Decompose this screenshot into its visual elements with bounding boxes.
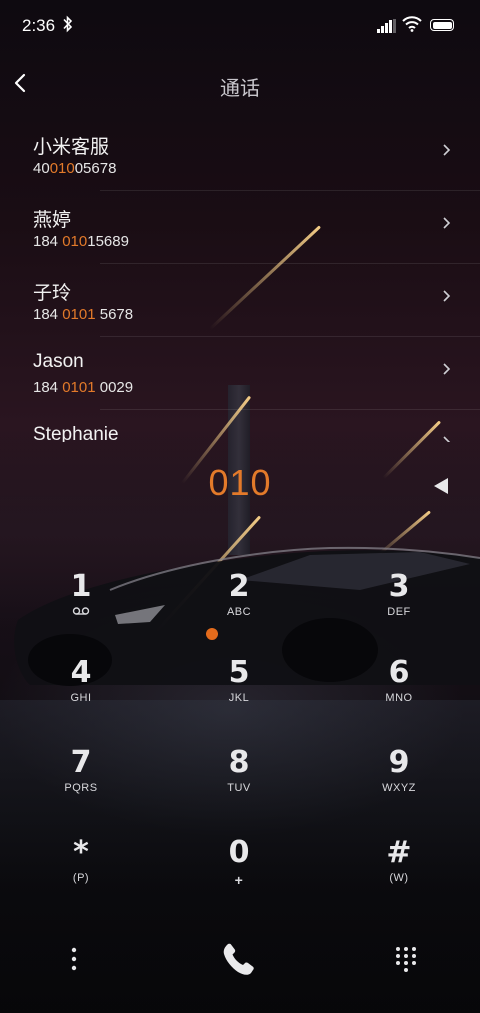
key-digit: 9 bbox=[388, 745, 410, 780]
key-3[interactable]: 3 DEF bbox=[344, 570, 454, 640]
key-letters: TUV bbox=[227, 782, 251, 794]
key-digit: * bbox=[73, 835, 89, 870]
key-5[interactable]: 5 JKL bbox=[184, 656, 294, 726]
contact-number: 184 0101 0029 bbox=[33, 379, 133, 396]
key-6[interactable]: 6 MNO bbox=[344, 656, 454, 726]
number-match: 0101 bbox=[62, 306, 96, 323]
key-2[interactable]: 2 ABC bbox=[184, 570, 294, 640]
contact-row[interactable]: 子玲 184 0101 5678 bbox=[0, 264, 480, 337]
key-digit: 6 bbox=[388, 655, 410, 690]
status-bar: 2:36 bbox=[0, 0, 480, 52]
key-letters: PQRS bbox=[64, 782, 98, 794]
key-letters: MNO bbox=[385, 692, 413, 704]
chevron-right-icon[interactable] bbox=[440, 142, 454, 158]
contact-row[interactable]: Stephanie bbox=[0, 410, 480, 442]
contact-number: 184 01015689 bbox=[33, 233, 129, 250]
backspace-icon[interactable] bbox=[430, 475, 452, 497]
page-title: 通话 bbox=[220, 78, 260, 100]
key-letters: ABC bbox=[226, 606, 252, 618]
dialed-number-display: 010 bbox=[208, 462, 272, 503]
light-streak bbox=[375, 510, 431, 558]
bluetooth-icon bbox=[63, 15, 73, 38]
key-8[interactable]: 8 TUV bbox=[184, 746, 294, 816]
key-digit: 4 bbox=[70, 655, 92, 690]
status-time: 2:36 bbox=[22, 16, 56, 35]
number-match: 010 bbox=[49, 160, 75, 177]
chevron-right-icon[interactable] bbox=[440, 434, 454, 442]
contact-row[interactable]: Jason 184 0101 0029 bbox=[0, 337, 480, 410]
key-9[interactable]: 9 WXYZ bbox=[344, 746, 454, 816]
chevron-right-icon[interactable] bbox=[440, 288, 454, 304]
key-digit: 0 bbox=[228, 835, 250, 870]
key-letters: GHI bbox=[70, 692, 92, 704]
contact-number: 184 0101 5678 bbox=[33, 306, 133, 323]
key-0[interactable]: 0 + bbox=[184, 836, 294, 906]
key-1[interactable]: 1 bbox=[26, 570, 136, 640]
key-letters: + bbox=[234, 872, 244, 888]
chevron-right-icon[interactable] bbox=[440, 215, 454, 231]
more-vertical-icon[interactable] bbox=[64, 944, 84, 976]
key-7[interactable]: 7 PQRS bbox=[26, 746, 136, 816]
key-digit: # bbox=[386, 835, 412, 870]
dialpad-icon[interactable] bbox=[394, 945, 418, 975]
number-suffix: 0029 bbox=[95, 379, 134, 396]
key-letters: (P) bbox=[72, 872, 90, 884]
number-suffix: 5678 bbox=[95, 306, 134, 323]
key-letters: DEF bbox=[387, 606, 411, 618]
signal-icon bbox=[377, 19, 397, 33]
number-match: 010 bbox=[62, 233, 88, 250]
key-digit: 5 bbox=[228, 655, 250, 690]
key-letters: WXYZ bbox=[382, 782, 416, 794]
contact-name: Stephanie bbox=[33, 424, 119, 442]
wifi-icon bbox=[402, 16, 422, 34]
key-digit: 3 bbox=[388, 569, 410, 604]
number-prefix: 184 bbox=[33, 379, 63, 396]
contact-name: 子玲 bbox=[33, 283, 72, 304]
key-letters: (W) bbox=[389, 872, 409, 884]
key-4[interactable]: 4 GHI bbox=[26, 656, 136, 726]
contact-suggestion-list: 小米客服 4001005678 燕婷 184 01015689 子玲 184 0… bbox=[0, 118, 480, 442]
number-suffix: 15689 bbox=[87, 233, 129, 250]
number-match: 0101 bbox=[62, 379, 96, 396]
chevron-right-icon[interactable] bbox=[440, 361, 454, 377]
number-prefix: 184 bbox=[33, 233, 63, 250]
key-digit: 7 bbox=[70, 745, 92, 780]
number-prefix: 184 bbox=[33, 306, 63, 323]
key-hash[interactable]: # (W) bbox=[344, 836, 454, 906]
contact-number: 4001005678 bbox=[33, 160, 116, 177]
battery-icon bbox=[430, 19, 454, 31]
key-digit: 8 bbox=[228, 745, 250, 780]
key-star[interactable]: * (P) bbox=[26, 836, 136, 906]
contact-row[interactable]: 燕婷 184 01015689 bbox=[0, 191, 480, 264]
key-digit: 2 bbox=[228, 569, 250, 604]
contact-row[interactable]: 小米客服 4001005678 bbox=[0, 118, 480, 191]
key-digit: 1 bbox=[70, 569, 92, 604]
key-letters: JKL bbox=[228, 692, 250, 704]
contact-name: Jason bbox=[33, 351, 84, 372]
voicemail-icon bbox=[26, 606, 136, 619]
contact-name: 燕婷 bbox=[33, 210, 72, 231]
phone-call-icon[interactable] bbox=[218, 939, 260, 981]
number-prefix: 40 bbox=[33, 160, 50, 177]
contact-name: 小米客服 bbox=[33, 137, 110, 158]
number-suffix: 05678 bbox=[74, 160, 117, 177]
